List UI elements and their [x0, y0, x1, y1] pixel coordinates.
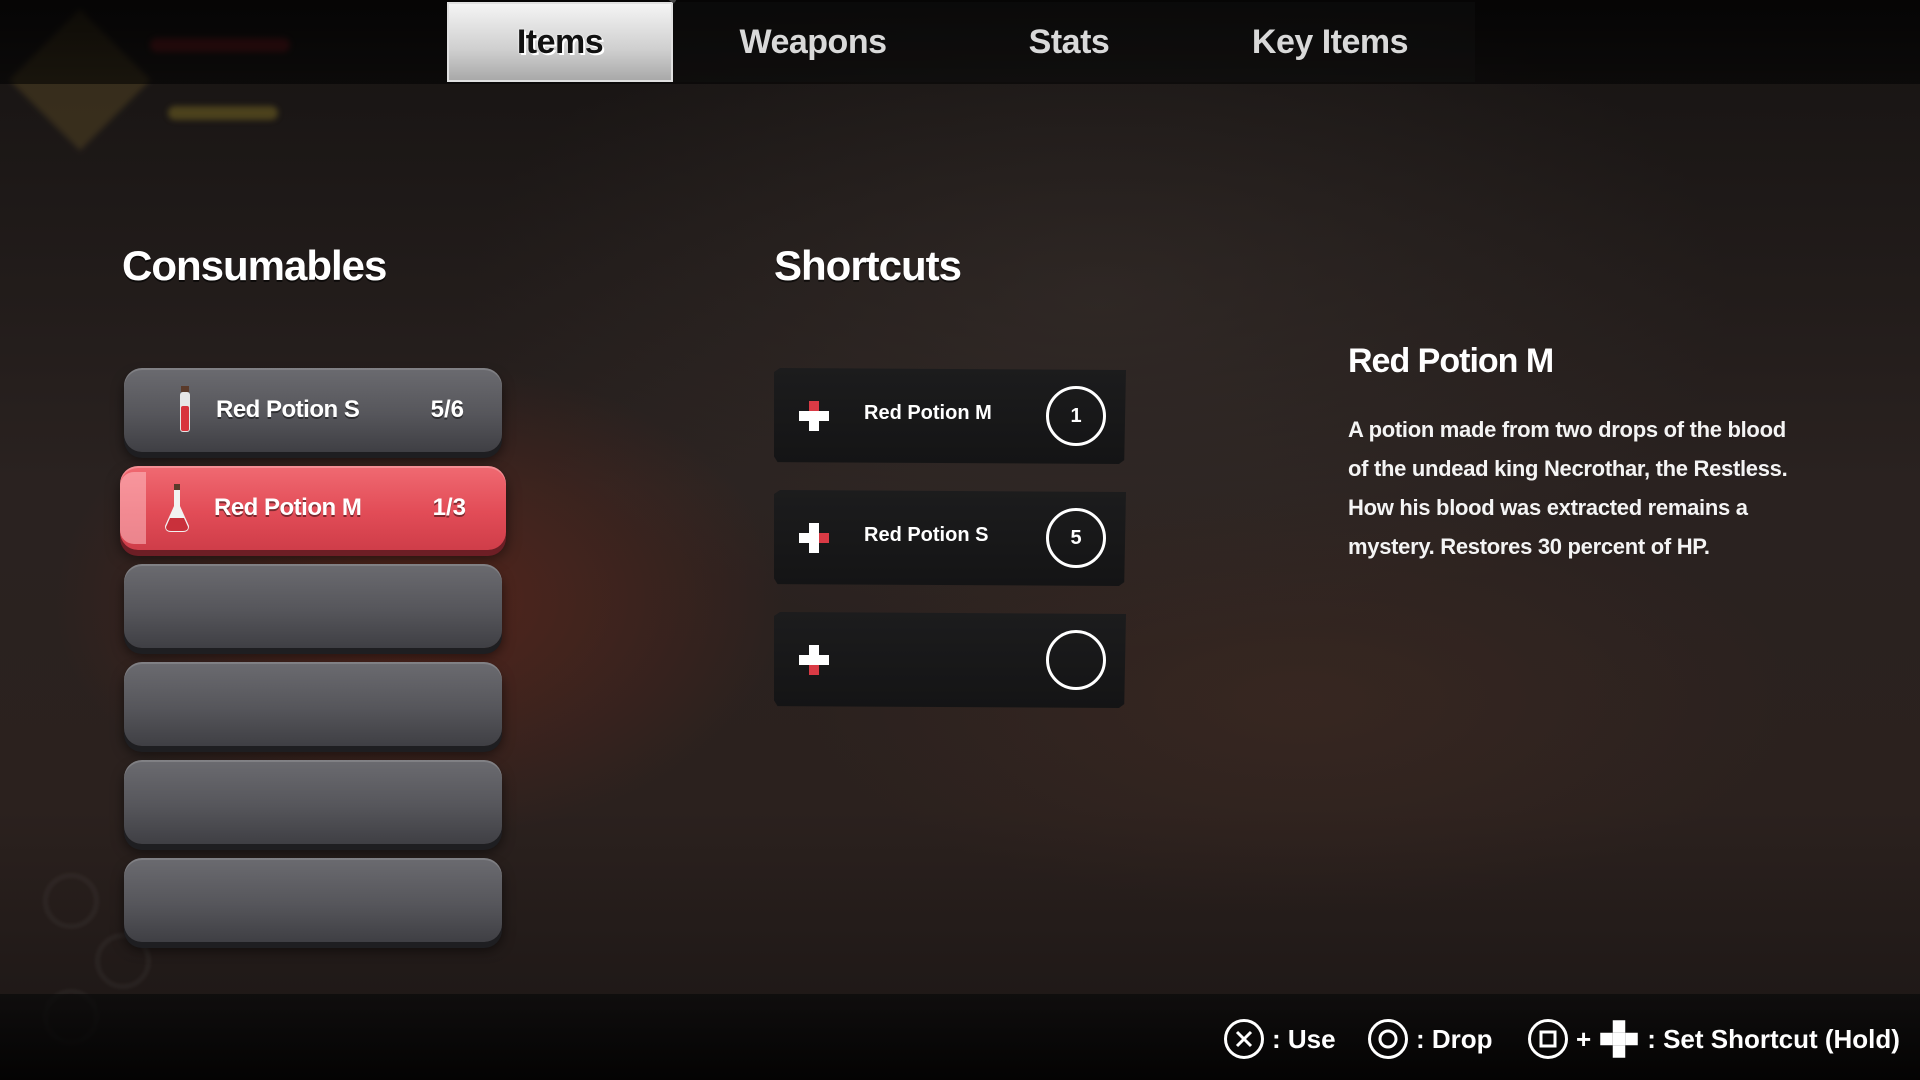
- shortcut-number-badge: 5: [1046, 508, 1106, 568]
- square-button-icon: [1528, 1019, 1568, 1059]
- drop-hint[interactable]: : Drop: [1368, 1018, 1493, 1060]
- shortcut-item-name: Red Potion M: [864, 402, 992, 424]
- shortcut-item-name: Red Potion S: [864, 524, 989, 546]
- set-shortcut-hint[interactable]: + : Set Shortcut (Hold): [1528, 1018, 1900, 1060]
- consumable-count: 5/6: [430, 396, 464, 423]
- tab-weapons[interactable]: Weapons: [673, 2, 953, 82]
- use-hint-label: : Use: [1272, 1023, 1336, 1054]
- medium-red-potion-icon: [165, 484, 189, 532]
- dpad-icon: [799, 645, 829, 675]
- set-shortcut-hint-label: : Set Shortcut (Hold): [1647, 1023, 1900, 1054]
- tab-items[interactable]: Items: [447, 2, 673, 82]
- consumable-slot-empty[interactable]: [124, 760, 502, 844]
- circle-button-icon: [1368, 1019, 1408, 1059]
- consumables-title: Consumables: [122, 242, 387, 289]
- tab-key-items[interactable]: Key Items: [1185, 2, 1475, 82]
- item-detail-title: Red Potion M: [1348, 342, 1554, 380]
- background-button-hint: [96, 934, 150, 988]
- consumable-slot-red-potion-m[interactable]: Red Potion M 1/3: [120, 466, 506, 550]
- plus-sign: +: [1576, 1023, 1592, 1054]
- consumable-slot-empty[interactable]: [124, 662, 502, 746]
- use-hint[interactable]: : Use: [1224, 1018, 1336, 1060]
- background-mana-bar: [168, 106, 278, 120]
- item-detail-description: A potion made from two drops of the bloo…: [1348, 417, 1788, 559]
- consumable-count: 1/3: [432, 494, 466, 521]
- shortcut-slot-1[interactable]: Red Potion M 1: [774, 368, 1126, 464]
- tab-bar: Items Weapons Stats Key Items: [0, 0, 1920, 84]
- consumable-slot-empty[interactable]: [124, 858, 502, 942]
- shortcut-slot-2[interactable]: Red Potion S 5: [774, 490, 1126, 586]
- shortcut-number-badge: [1046, 630, 1106, 690]
- shortcut-slot-3[interactable]: [774, 612, 1126, 708]
- consumable-name: Red Potion M: [214, 494, 362, 521]
- dpad-icon: [1600, 1020, 1638, 1058]
- shortcut-number-badge: 1: [1046, 386, 1106, 446]
- consumable-slot-red-potion-s[interactable]: Red Potion S 5/6: [124, 368, 502, 452]
- cross-button-icon: [1224, 1019, 1264, 1059]
- small-red-potion-icon: [180, 386, 190, 432]
- drop-hint-label: : Drop: [1416, 1023, 1493, 1054]
- tab-stats[interactable]: Stats: [953, 2, 1185, 82]
- dpad-icon: [799, 523, 829, 553]
- dpad-icon: [799, 401, 829, 431]
- consumable-slot-empty[interactable]: [124, 564, 502, 648]
- consumable-name: Red Potion S: [216, 396, 360, 423]
- background-button-hint: [44, 874, 98, 928]
- shortcuts-title: Shortcuts: [774, 242, 962, 289]
